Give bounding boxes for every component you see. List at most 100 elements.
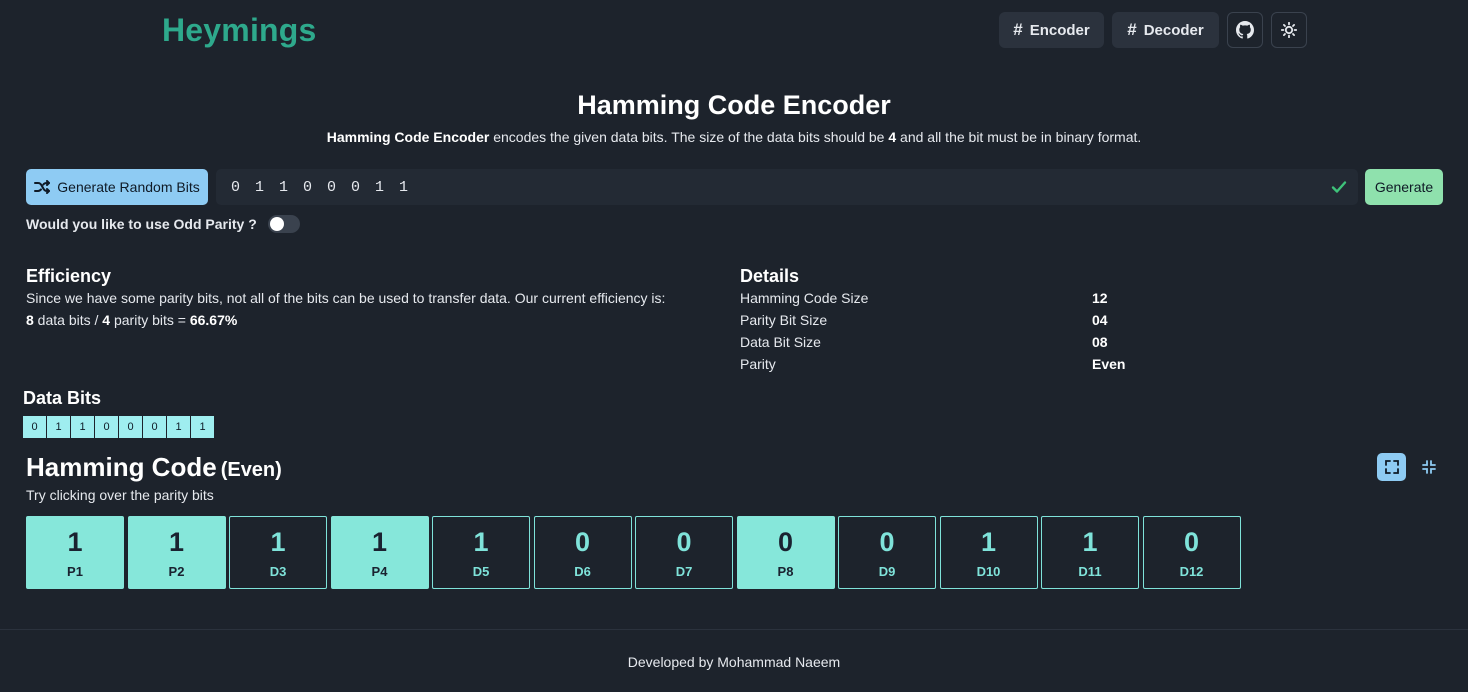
- github-icon: [1236, 21, 1254, 39]
- cell-label: D3: [269, 564, 287, 579]
- subtitle-bold: Hamming Code Encoder: [326, 129, 490, 145]
- subtitle-number: 4: [888, 129, 897, 145]
- toggle-knob: [270, 217, 284, 231]
- cell-label: D10: [976, 564, 1001, 579]
- parity-bit-cell[interactable]: 1 P4: [330, 516, 429, 589]
- data-bit-cell[interactable]: 0 D6: [533, 516, 632, 589]
- shrink-icon: [1421, 460, 1436, 474]
- data-bit: 0: [143, 416, 167, 438]
- cell-label: D6: [574, 564, 591, 579]
- cell-label: D7: [675, 564, 693, 579]
- cell-label: P2: [168, 564, 185, 579]
- data-bits-input[interactable]: [216, 169, 1358, 205]
- efficiency-parity-label: parity bits =: [110, 312, 190, 328]
- cell-bit: 1: [168, 527, 185, 557]
- odd-parity-toggle[interactable]: [268, 215, 300, 233]
- odd-parity-prefix: Would you like to use: [26, 216, 174, 232]
- detail-row: Parity Bit Size 04: [740, 312, 1140, 328]
- cell-bit: 1: [371, 527, 388, 557]
- detail-row: Data Bit Size 08: [740, 334, 1140, 350]
- brand-logo[interactable]: Heymings: [162, 12, 317, 49]
- cell-label: P1: [67, 564, 83, 579]
- data-bit: 0: [23, 416, 47, 438]
- efficiency-percent: 66.67%: [189, 312, 238, 328]
- data-bit: 1: [71, 416, 95, 438]
- cell-bit: 0: [777, 527, 794, 557]
- data-bit-cell[interactable]: 1 D11: [1041, 516, 1139, 589]
- hamming-code-heading: Hamming Code (Even): [26, 452, 282, 483]
- cell-label: P8: [777, 564, 794, 579]
- data-bit: 0: [95, 416, 119, 438]
- detail-label: Data Bit Size: [740, 334, 821, 350]
- cell-bit: 1: [980, 527, 997, 557]
- hash-icon: #: [1127, 20, 1137, 39]
- data-bit-cell[interactable]: 1 D5: [432, 516, 530, 589]
- parity-bit-cell[interactable]: 1 P2: [127, 516, 226, 589]
- efficiency-description: Since we have some parity bits, not all …: [26, 290, 666, 306]
- expand-icon: [1384, 460, 1399, 474]
- detail-value: 04: [1092, 312, 1108, 328]
- subtitle-text: encodes the given data bits. The size of…: [489, 129, 889, 145]
- efficiency-data-bits: 8: [26, 312, 34, 328]
- data-bit-cell[interactable]: 0 D7: [635, 516, 733, 589]
- data-bits-row: 0 1 1 0 0 0 1 1: [23, 416, 215, 438]
- parity-bit-cell[interactable]: 0 P8: [736, 516, 835, 589]
- sun-icon: [1281, 22, 1297, 38]
- detail-value: Even: [1092, 356, 1126, 372]
- generate-button[interactable]: Generate: [1365, 169, 1443, 205]
- footer-credit: Developed by Mohammad Naeem: [627, 654, 841, 670]
- data-bit-cell[interactable]: 1 D3: [229, 516, 327, 589]
- footer-divider: [0, 629, 1468, 630]
- parity-bit-cell[interactable]: 1 P1: [26, 516, 124, 589]
- data-bit-cell[interactable]: 1 D10: [939, 516, 1038, 589]
- details-heading: Details: [740, 266, 800, 286]
- page-title: Hamming Code Encoder: [577, 90, 891, 120]
- check-icon: [1331, 181, 1347, 193]
- cell-bit: 0: [574, 527, 591, 557]
- cell-label: D12: [1179, 564, 1204, 579]
- generate-random-bits-button[interactable]: Generate Random Bits: [26, 169, 208, 205]
- nav-encoder-label: Encoder: [1029, 21, 1090, 39]
- detail-label: Hamming Code Size: [740, 290, 869, 306]
- detail-label: Parity Bit Size: [740, 312, 828, 328]
- detail-row: Hamming Code Size 12: [740, 290, 1140, 306]
- generate-random-bits-label: Generate Random Bits: [57, 179, 200, 195]
- cell-label: P4: [371, 564, 388, 579]
- cell-bit: 1: [473, 527, 489, 557]
- detail-row: Parity Even: [740, 356, 1140, 372]
- data-bit: 1: [191, 416, 215, 438]
- data-bit-cell[interactable]: 0 D12: [1142, 516, 1241, 589]
- subtitle-end: and all the bit must be in binary format…: [896, 129, 1142, 145]
- data-bit-cell[interactable]: 0 D9: [838, 516, 936, 589]
- github-button[interactable]: [1227, 12, 1263, 48]
- cell-bit: 0: [676, 527, 692, 557]
- nav-decoder-label: Decoder: [1143, 21, 1204, 39]
- hamming-code-row: 1 P1 1 P2 1 D3 1 P4 1 D5 0 D6 0 D7 0 P8 0 D9 1 D10 1 D11 0 D12: [26, 516, 1244, 589]
- odd-parity-label: Would you like to use Odd Parity ?: [26, 216, 257, 232]
- cell-label: D11: [1078, 564, 1102, 579]
- detail-value: 12: [1092, 290, 1108, 306]
- expand-button[interactable]: [1377, 453, 1406, 481]
- efficiency-parity-bits: 4: [102, 312, 111, 328]
- data-bit: 1: [47, 416, 71, 438]
- hash-icon: #: [1013, 20, 1023, 39]
- data-bit: 1: [167, 416, 191, 438]
- detail-value: 08: [1092, 334, 1108, 350]
- efficiency-data-label: data bits /: [33, 312, 103, 328]
- theme-toggle-button[interactable]: [1271, 12, 1307, 48]
- nav-decoder-button[interactable]: # Decoder: [1112, 12, 1219, 48]
- cell-bit: 0: [1183, 527, 1200, 557]
- efficiency-summary: 8 data bits / 4 parity bits = 66.67%: [26, 312, 237, 328]
- data-bits-heading: Data Bits: [23, 388, 102, 408]
- parity-tag: (Even): [220, 459, 282, 481]
- detail-label: Parity: [740, 356, 776, 372]
- odd-parity-bold: Odd Parity: [173, 216, 245, 232]
- shrink-button[interactable]: [1414, 453, 1443, 481]
- cell-bit: 1: [1082, 527, 1098, 557]
- nav-encoder-button[interactable]: # Encoder: [999, 12, 1104, 48]
- data-bit: 0: [119, 416, 143, 438]
- cell-bit: 1: [270, 527, 286, 557]
- cell-bit: 0: [879, 527, 895, 557]
- hamming-code-hint: Try clicking over the parity bits: [26, 487, 214, 503]
- efficiency-heading: Efficiency: [26, 266, 112, 286]
